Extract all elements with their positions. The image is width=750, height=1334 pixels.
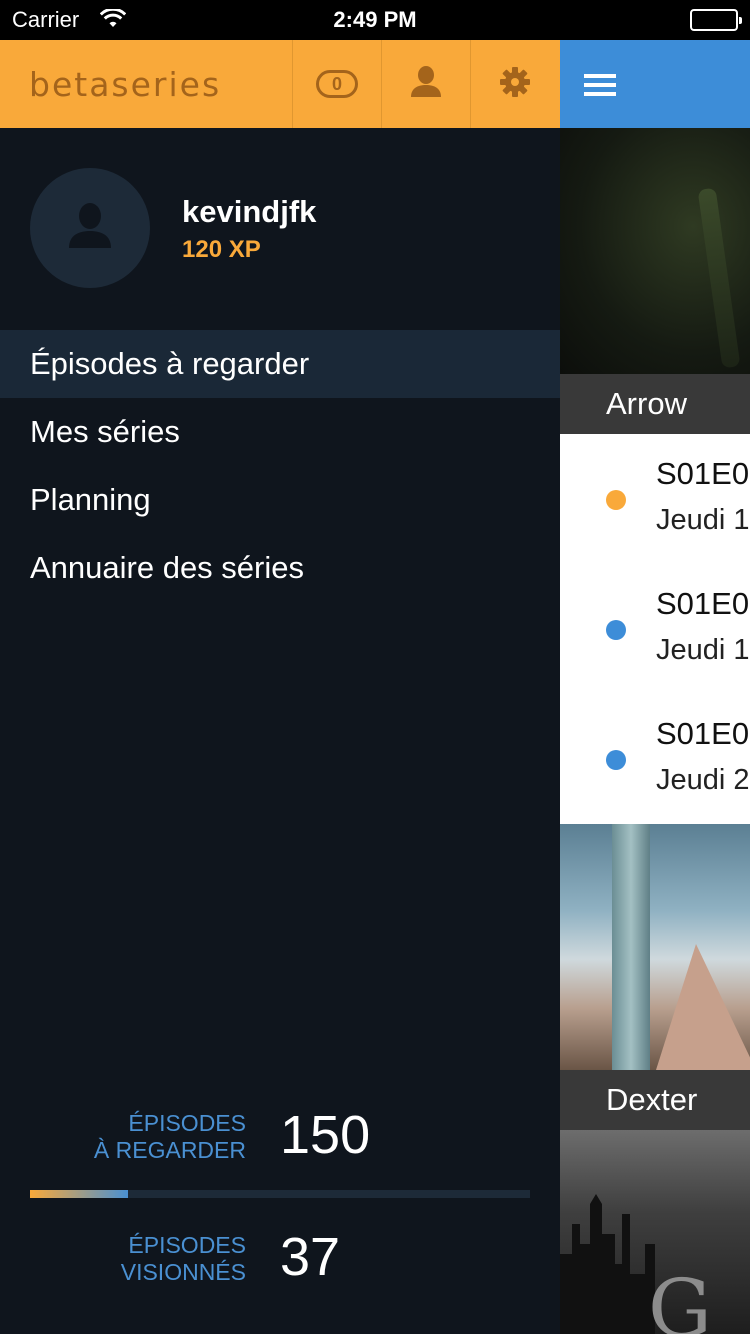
gear-icon — [499, 66, 531, 103]
menu-item-episodes-a-regarder[interactable]: Épisodes à regarder — [0, 330, 560, 398]
show-poster-gotham[interactable]: G — [560, 1130, 750, 1334]
episode-date: Jeudi 2 — [656, 764, 750, 796]
show-title[interactable]: Dexter — [560, 1070, 750, 1130]
episode-list: S01E0 Jeudi 1 S01E0 Jeudi 1 S01E0 Jeudi … — [560, 434, 750, 824]
xp-points: 120 XP — [182, 236, 261, 263]
list-item[interactable]: S01E0 Jeudi 2 — [560, 694, 750, 824]
poster-lettering: G — [648, 1262, 718, 1334]
notification-count-badge: 0 — [316, 70, 358, 98]
content-header — [560, 40, 750, 128]
username: kevindjfk — [182, 194, 317, 229]
show-poster-dexter[interactable] — [560, 824, 750, 1070]
stat-label-line: À REGARDER — [93, 1137, 246, 1163]
show-poster-arrow[interactable] — [560, 128, 750, 374]
stat-episodes-watched: ÉPISODES VISIONNÉS 37 — [0, 1222, 560, 1312]
episode-date: Jeudi 1 — [656, 634, 750, 666]
menu-item-annuaire-des-series[interactable]: Annuaire des séries — [0, 534, 560, 602]
main-content: Arrow S01E0 Jeudi 1 S01E0 Jeudi 1 S01E0 … — [560, 40, 750, 1334]
episode-stats: ÉPISODES À REGARDER 150 ÉPISODES VISIONN… — [0, 1100, 560, 1312]
episode-date: Jeudi 1 — [656, 504, 750, 536]
drawer-menu: Épisodes à regarder Mes séries Planning … — [0, 330, 560, 602]
profile-button[interactable] — [381, 40, 470, 128]
menu-item-mes-series[interactable]: Mes séries — [0, 398, 560, 466]
episode-code: S01E0 — [656, 716, 750, 751]
battery-icon — [690, 9, 742, 31]
stat-label: ÉPISODES À REGARDER — [94, 1110, 246, 1164]
settings-button[interactable] — [470, 40, 559, 128]
status-time: 2:49 PM — [333, 7, 417, 32]
watch-progress-bar — [30, 1190, 530, 1198]
menu-item-planning[interactable]: Planning — [0, 466, 560, 534]
episode-code: S01E0 — [656, 586, 750, 621]
stat-label-line: ÉPISODES — [128, 1110, 246, 1136]
stat-value: 37 — [280, 1227, 341, 1287]
stat-episodes-to-watch: ÉPISODES À REGARDER 150 — [0, 1100, 560, 1190]
stat-value: 150 — [280, 1105, 371, 1165]
status-dot — [606, 490, 626, 510]
hamburger-menu-icon[interactable] — [584, 74, 616, 101]
betaseries-logo[interactable]: betaseries — [29, 65, 221, 104]
list-item[interactable]: S01E0 Jeudi 1 — [560, 564, 750, 694]
stat-label-line: VISIONNÉS — [120, 1259, 246, 1285]
avatar — [30, 168, 150, 288]
episode-code: S01E0 — [656, 456, 750, 491]
notifications-button[interactable]: 0 — [292, 40, 381, 128]
show-title[interactable]: Arrow — [560, 374, 750, 434]
navigation-drawer: betaseries 0 kevindjfk 120 XP Épisodes à… — [0, 40, 560, 1334]
status-dot — [606, 750, 626, 770]
stat-label: ÉPISODES VISIONNÉS — [121, 1232, 246, 1286]
user-profile[interactable]: kevindjfk 120 XP — [0, 128, 560, 330]
watch-progress-fill — [30, 1190, 128, 1198]
status-bar: Carrier 2:49 PM — [0, 0, 750, 40]
user-icon — [66, 202, 114, 254]
status-dot — [606, 620, 626, 640]
user-icon — [409, 65, 443, 103]
stat-label-line: ÉPISODES — [128, 1232, 246, 1258]
drawer-header: betaseries 0 — [0, 40, 560, 128]
list-item[interactable]: S01E0 Jeudi 1 — [560, 434, 750, 564]
